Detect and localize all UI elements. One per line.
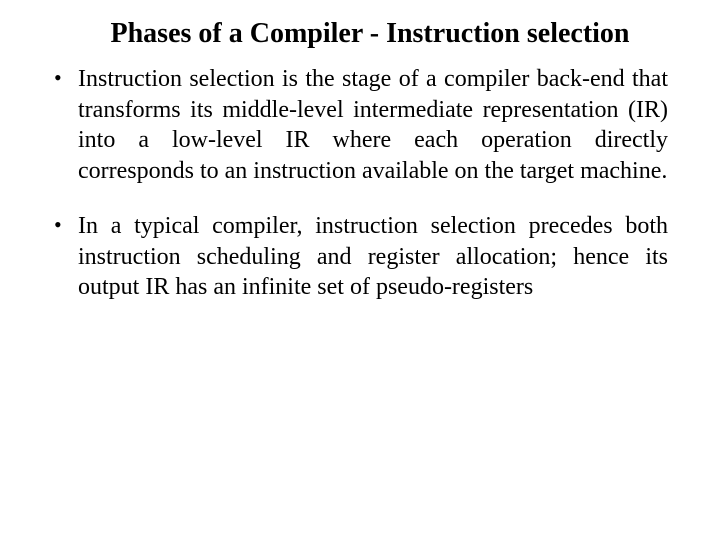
bullet-marker: •	[50, 211, 78, 303]
bullet-text: Instruction selection is the stage of a …	[78, 64, 670, 187]
bullet-text: In a typical compiler, instruction selec…	[78, 211, 670, 303]
list-item: • Instruction selection is the stage of …	[50, 64, 670, 187]
bullet-list: • Instruction selection is the stage of …	[50, 64, 670, 303]
page-title: Phases of a Compiler - Instruction selec…	[70, 18, 670, 50]
list-item: • In a typical compiler, instruction sel…	[50, 211, 670, 303]
bullet-marker: •	[50, 64, 78, 187]
